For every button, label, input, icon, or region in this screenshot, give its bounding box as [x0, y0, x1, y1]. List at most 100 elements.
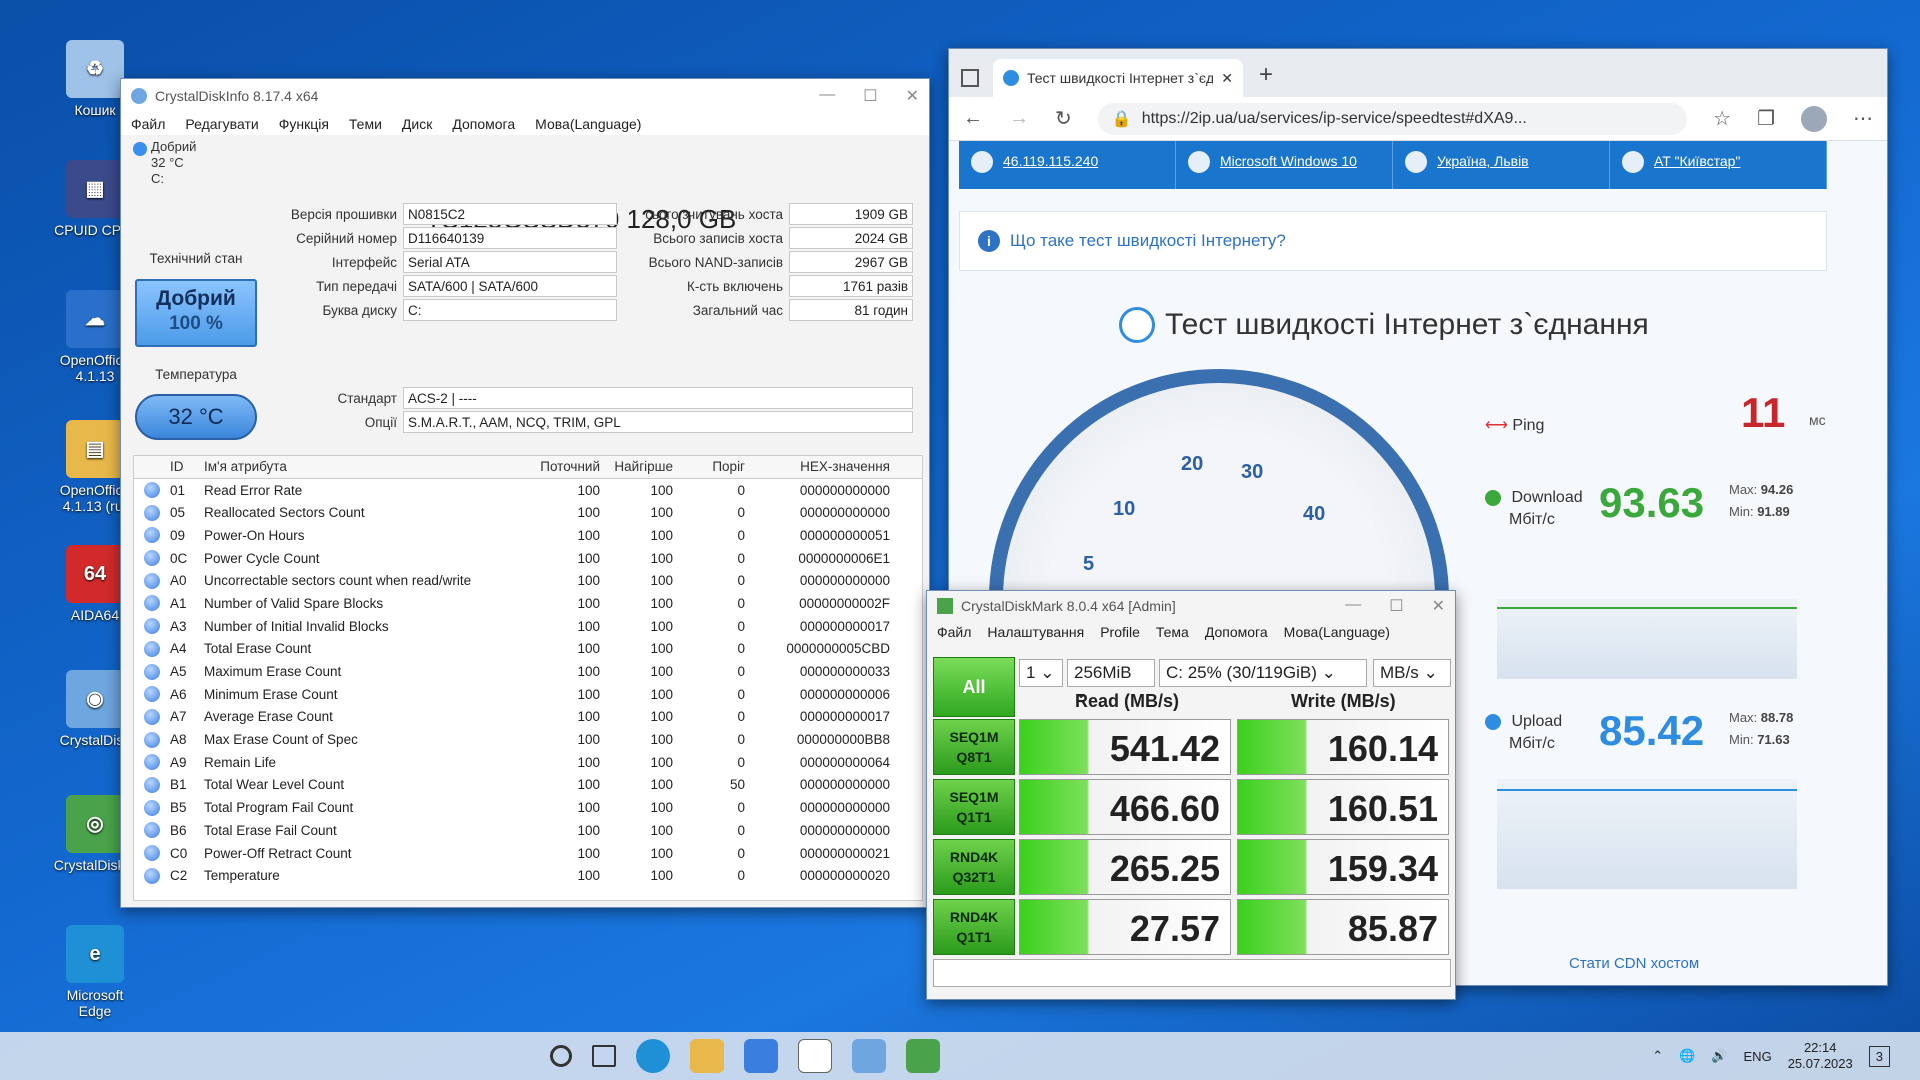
menu-item[interactable]: Редагувати [185, 116, 258, 132]
table-row[interactable]: A0 Uncorrectable sectors count when read/… [134, 569, 922, 592]
tab-close-icon[interactable]: ✕ [1221, 70, 1233, 87]
table-row[interactable]: 01 Read Error Rate 100 100 0 000000000000 [134, 479, 922, 502]
maximize-icon[interactable]: ☐ [1389, 596, 1403, 616]
test-button[interactable]: SEQ1M Q1T1 [933, 779, 1015, 835]
back-icon[interactable]: ← [963, 107, 983, 130]
crystaldiskmark-taskbar-icon[interactable] [906, 1039, 940, 1073]
field-label: Тип передачі [316, 279, 397, 294]
table-row[interactable]: C2 Temperature 100 100 0 000000000020 [134, 864, 922, 887]
edge-taskbar-icon[interactable] [636, 1039, 670, 1073]
network-icon[interactable]: 🌐 [1679, 1048, 1695, 1064]
test-button[interactable]: SEQ1M Q8T1 [933, 719, 1015, 775]
menu-item[interactable]: Диск [402, 116, 432, 132]
count-select[interactable]: 1 ⌄ [1019, 659, 1063, 687]
new-tab-icon[interactable]: + [1259, 61, 1273, 89]
attr-worst: 100 [650, 845, 673, 861]
table-row[interactable]: B5 Total Program Fail Count 100 100 0 0000000… [134, 796, 922, 819]
table-row[interactable]: A3 Number of Initial Invalid Blocks 100 100… [134, 615, 922, 638]
close-icon[interactable]: ✕ [1432, 596, 1445, 616]
chevron-up-icon[interactable]: ⌃ [1652, 1048, 1663, 1064]
col-raw[interactable]: HEX-значення [745, 459, 890, 474]
drive-select[interactable]: C: 25% (30/119GiB) ⌄ [1159, 659, 1367, 687]
mail-icon[interactable] [798, 1039, 832, 1073]
col-id[interactable]: ID [170, 459, 204, 474]
table-row[interactable]: A6 Minimum Erase Count 100 100 0 000000000006 [134, 683, 922, 706]
menu-item[interactable]: Файл [131, 116, 165, 132]
menu-item[interactable]: Допомога [452, 116, 515, 132]
favorites-add-icon[interactable]: ☆ [1713, 106, 1731, 131]
attr-worst: 100 [650, 777, 673, 793]
crystaldiskinfo-taskbar-icon[interactable] [852, 1039, 886, 1073]
disk-tab-c[interactable]: Добрий 32 °C C: [131, 139, 241, 194]
crystaldiskinfo-window: CrystalDiskInfo 8.17.4 x64 — ☐ ✕ Файл Ред… [120, 78, 930, 908]
download-graph [1497, 599, 1797, 679]
write-header: Write (MB/s) [1291, 691, 1396, 711]
cdm-titlebar[interactable]: CrystalDiskMark 8.0.4 x64 [Admin] — ☐ ✕ [927, 591, 1455, 621]
menu-item[interactable]: Мова(Language) [1284, 624, 1390, 640]
health-status-button[interactable]: Добрий 100 % [135, 279, 257, 347]
desktop-icon[interactable]: e Microsoft Edge [50, 925, 140, 1019]
more-menu-icon[interactable]: ⋯ [1853, 106, 1873, 131]
col-worst[interactable]: Найгірше [600, 459, 673, 474]
refresh-icon[interactable]: ↻ [1055, 106, 1072, 131]
size-select[interactable]: 256MiB ⌄ [1067, 659, 1155, 702]
size-value: 256MiB [1074, 663, 1132, 682]
search-icon[interactable] [550, 1045, 572, 1067]
field-label: Всього NAND-записів [648, 255, 783, 270]
table-row[interactable]: 05 Reallocated Sectors Count 100 100 0 000000… [134, 501, 922, 524]
table-row[interactable]: 0C Power Cycle Count 100 100 0 0000000006E1 [134, 547, 922, 570]
table-row[interactable]: A9 Remain Life 100 100 0 000000000064 [134, 751, 922, 774]
unit-select[interactable]: MB/s ⌄ [1373, 659, 1451, 687]
table-row[interactable]: C0 Power-Off Retract Count 100 100 0 00000000… [134, 842, 922, 865]
cdi-titlebar[interactable]: CrystalDiskInfo 8.17.4 x64 — ☐ ✕ [121, 79, 929, 113]
browser-tab-speedtest[interactable]: Тест швидкості Інтернет з`єдна ✕ [993, 59, 1243, 97]
test-button[interactable]: RND4K Q1T1 [933, 899, 1015, 955]
col-threshold[interactable]: Поріг [673, 459, 745, 474]
table-row[interactable]: B6 Total Erase Fail Count 100 100 0 000000000… [134, 819, 922, 842]
close-icon[interactable]: ✕ [906, 86, 919, 106]
info-provider[interactable]: AT "Київстар" [1610, 141, 1827, 189]
table-row[interactable]: A4 Total Erase Count 100 100 0 0000000005CBD [134, 638, 922, 661]
store-icon[interactable] [744, 1039, 778, 1073]
menu-item[interactable]: Мова(Language) [535, 116, 641, 132]
col-current[interactable]: Поточний [530, 459, 600, 474]
volume-icon[interactable]: 🔊 [1711, 1048, 1727, 1064]
file-explorer-icon[interactable] [690, 1039, 724, 1073]
table-row[interactable]: A1 Number of Valid Spare Blocks 100 100 0 000… [134, 592, 922, 615]
faq-link[interactable]: i Що таке тест швидкості Інтернету? [959, 211, 1827, 271]
all-button[interactable]: All [933, 657, 1015, 717]
table-row[interactable]: B1 Total Wear Level Count 100 100 50 00000000… [134, 774, 922, 797]
table-row[interactable]: A5 Maximum Erase Count 100 100 0 000000000033 [134, 660, 922, 683]
menu-item[interactable]: Profile [1100, 624, 1140, 640]
minimize-icon[interactable]: — [819, 86, 835, 106]
address-bar[interactable]: 🔒 https://2ip.ua/ua/services/ip-service/… [1097, 102, 1688, 135]
attr-raw: 000000000000 [799, 800, 890, 816]
collections-icon[interactable]: ❐ [1757, 106, 1775, 131]
language-indicator[interactable]: ENG [1744, 1049, 1772, 1064]
col-name[interactable]: Ім'я атрибута [204, 459, 530, 474]
menu-item[interactable]: Теми [349, 116, 382, 132]
test-button[interactable]: RND4K Q32T1 [933, 839, 1015, 895]
info-ip[interactable]: 46.119.115.240 [959, 141, 1176, 189]
notification-icon[interactable]: 3 [1868, 1045, 1890, 1067]
minimize-icon[interactable]: — [1345, 596, 1361, 616]
menu-item[interactable]: Налаштування [987, 624, 1084, 640]
menu-item[interactable]: Допомога [1205, 624, 1268, 640]
table-row[interactable]: A7 Average Erase Count 100 100 0 000000000017 [134, 706, 922, 729]
info-os[interactable]: Microsoft Windows 10 [1176, 141, 1393, 189]
profile-avatar[interactable] [1801, 105, 1827, 132]
menu-item[interactable]: Тема [1156, 624, 1189, 640]
maximize-icon[interactable]: ☐ [863, 86, 877, 106]
forward-icon[interactable]: → [1009, 107, 1029, 130]
clock[interactable]: 22:14 25.07.2023 [1788, 1040, 1853, 1072]
info-location[interactable]: Україна, Львів [1393, 141, 1610, 189]
table-row[interactable]: A8 Max Erase Count of Spec 100 100 0 00000000… [134, 728, 922, 751]
download-minmax: Max: 94.26 Min: 91.89 [1729, 479, 1793, 523]
app-icon: ▦ [66, 160, 124, 218]
table-row[interactable]: 09 Power-On Hours 100 100 0 000000000051 [134, 524, 922, 547]
menu-item[interactable]: Функція [279, 116, 329, 132]
cdn-link[interactable]: Стати CDN хостом [1569, 953, 1699, 975]
tab-actions-icon[interactable] [961, 69, 979, 87]
menu-item[interactable]: Файл [937, 624, 971, 640]
task-view-icon[interactable] [592, 1045, 616, 1067]
